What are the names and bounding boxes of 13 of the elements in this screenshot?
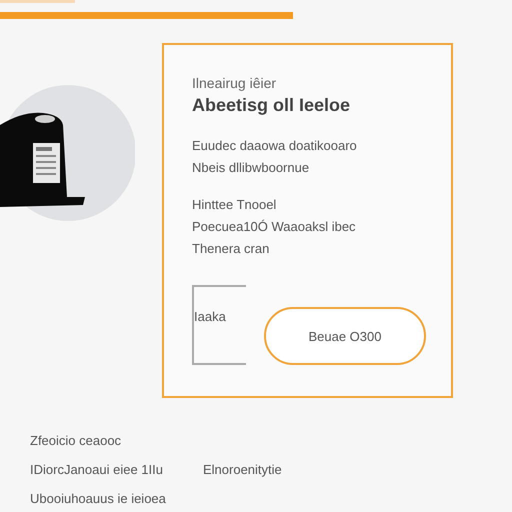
card-text: Nbeis dllibwboornue — [192, 159, 310, 176]
input-field[interactable]: Iaaka — [192, 285, 246, 365]
card-text: Hinttee Tnooel — [192, 196, 278, 213]
card-title: Abeetisg oll Ieeloe — [192, 94, 352, 117]
action-button[interactable]: Beuae O300 — [264, 307, 426, 365]
footer-text: IDiorcJanoaui eiee 1IIu — [30, 461, 163, 478]
card-text: Poecuea10Ó Waaoaksl ibec — [192, 218, 357, 235]
footer-text: Ubooiuhoauus ie ieioea — [30, 490, 166, 507]
footer-text: Zfeoicio ceaooc — [30, 432, 122, 449]
footer-text: Elnoroenitytie — [202, 461, 282, 478]
card-text: Thenera cran — [192, 240, 270, 257]
card-subtitle: Ilneairug iêier — [192, 74, 278, 93]
card-text: Euudec daaowa doatikooaro — [192, 137, 358, 154]
